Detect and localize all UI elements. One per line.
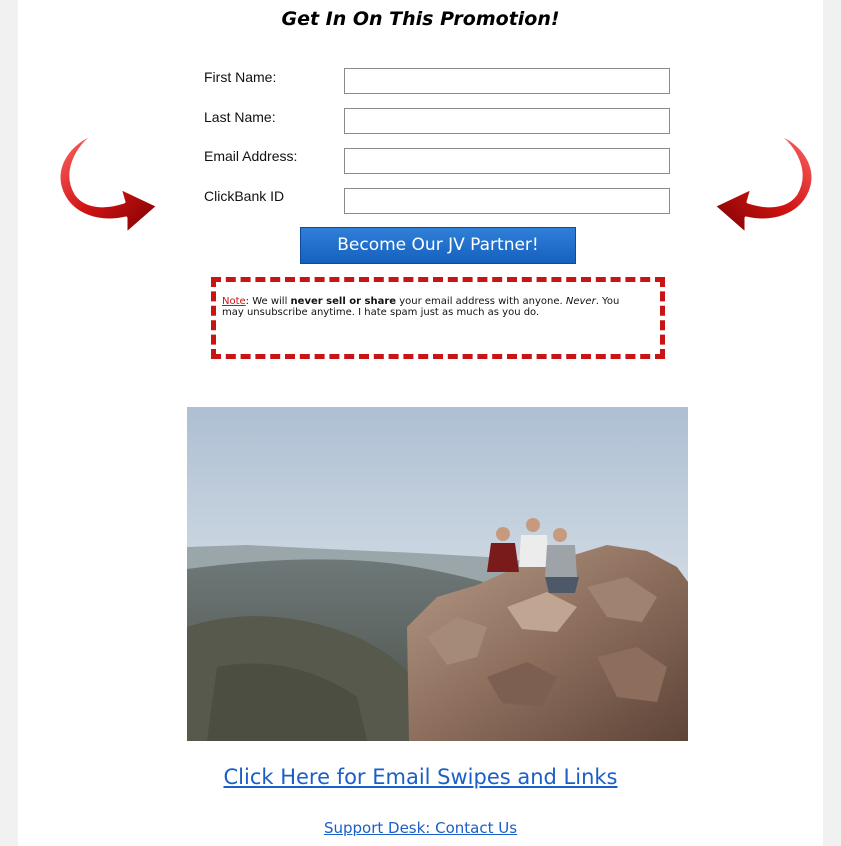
become-jv-partner-button[interactable]: Become Our JV Partner!	[300, 227, 576, 264]
first-name-label: First Name:	[204, 69, 277, 85]
first-name-input[interactable]	[344, 68, 670, 94]
note-bold-text: never sell or share	[290, 296, 397, 307]
clickbank-id-input[interactable]	[344, 188, 670, 214]
curved-arrow-right-icon	[57, 130, 160, 236]
privacy-note: Note: We will never sell or share your e…	[211, 277, 665, 359]
email-swipes-link[interactable]: Click Here for Email Swipes and Links	[18, 765, 823, 789]
email-address-label: Email Address:	[204, 148, 298, 164]
promotion-page: Get In On This Promotion! First Name: La…	[18, 0, 823, 846]
last-name-label: Last Name:	[204, 109, 276, 125]
note-text-2: your email address with anyone.	[396, 296, 566, 307]
curved-arrow-left-icon	[712, 130, 815, 236]
support-desk-link[interactable]: Support Desk: Contact Us	[18, 819, 823, 837]
note-italic-text: Never	[565, 296, 596, 307]
last-name-input[interactable]	[344, 108, 670, 134]
page-title: Get In On This Promotion!	[281, 8, 560, 30]
note-text-1: : We will	[245, 296, 291, 307]
clickbank-id-label: ClickBank ID	[204, 188, 285, 204]
email-address-input[interactable]	[344, 148, 670, 174]
note-label: Note	[222, 296, 246, 307]
mountain-summit-photo	[187, 407, 688, 741]
